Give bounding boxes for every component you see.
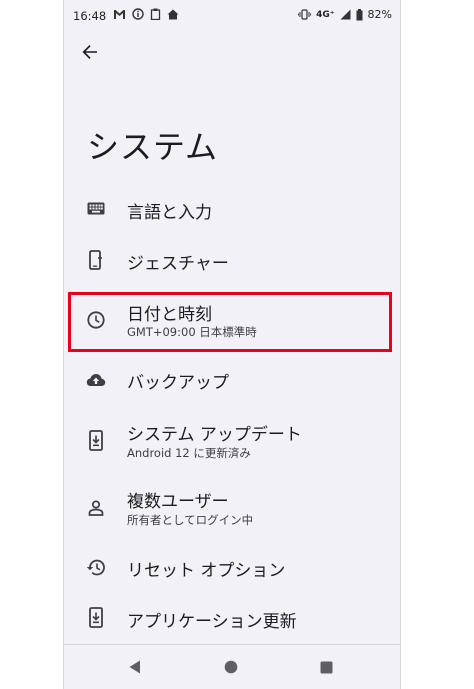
menu-item-title: アプリケーション更新 (127, 612, 297, 632)
menu-item-reset-options[interactable]: リセット オプション (64, 543, 400, 593)
navigation-bar (64, 644, 400, 689)
menu-item-title: バックアップ (127, 373, 229, 393)
battery-level: 82% (367, 8, 392, 21)
system-update-icon (85, 429, 107, 451)
back-nav-icon[interactable] (126, 658, 144, 676)
menu-item-title: リセット オプション (127, 561, 286, 581)
cloud-upload-icon (85, 369, 107, 391)
status-bar: 16:48 4G⁺ 82% (64, 0, 400, 30)
menu-item-title: 複数ユーザー (127, 492, 229, 512)
gmail-icon (113, 9, 126, 20)
menu-item-title: システム アップデート (127, 425, 302, 445)
person-icon (85, 497, 107, 519)
keyboard-icon (85, 197, 107, 219)
recents-nav-icon[interactable] (317, 658, 335, 676)
network-type: 4G⁺ (316, 9, 335, 20)
system-icons: 4G⁺ 82% (298, 8, 392, 21)
menu-item-system-update[interactable]: システム アップデート Android 12 に更新済み (64, 420, 400, 474)
signal-icon (340, 9, 351, 20)
status-time: 16:48 (73, 9, 107, 23)
home-icon (167, 9, 179, 20)
menu-item-gestures[interactable]: ジェスチャー (64, 235, 400, 285)
history-icon (85, 556, 107, 578)
menu-item-backup[interactable]: バックアップ (64, 355, 400, 405)
battery-icon (356, 8, 363, 21)
notification-icons (113, 8, 179, 20)
menu-item-subtitle: 所有者としてログイン中 (127, 513, 254, 527)
menu-item-language-input[interactable]: 言語と入力 (64, 185, 400, 235)
highlight-box (68, 292, 392, 352)
menu-item-app-updates[interactable]: アプリケーション更新 (64, 594, 400, 644)
menu-item-title: 言語と入力 (127, 203, 212, 223)
back-button[interactable] (78, 40, 102, 64)
home-nav-icon[interactable] (222, 658, 240, 676)
app-update-icon (85, 606, 107, 628)
info-icon (132, 8, 144, 20)
menu-item-title: ジェスチャー (127, 254, 229, 274)
menu-item-subtitle: Android 12 に更新済み (127, 446, 251, 460)
clipboard-icon (150, 8, 161, 20)
menu-item-multiple-users[interactable]: 複数ユーザー 所有者としてログイン中 (64, 487, 400, 541)
vibrate-icon (298, 9, 312, 20)
gesture-phone-icon (85, 249, 107, 271)
arrow-back-icon (82, 45, 97, 59)
page-title: システム (87, 128, 219, 166)
